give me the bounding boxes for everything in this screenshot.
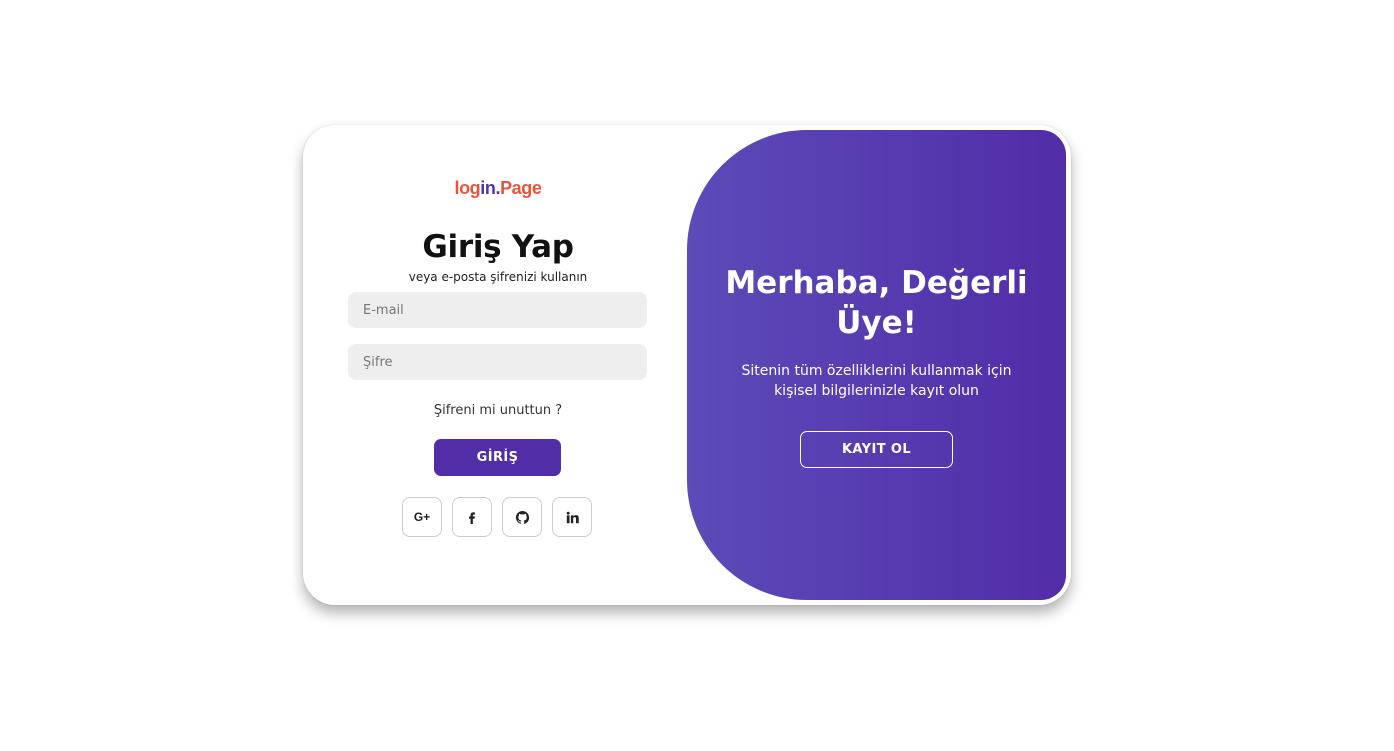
linkedin-button[interactable] <box>552 497 592 537</box>
facebook-icon <box>469 512 475 524</box>
linkedin-icon <box>566 511 579 523</box>
email-input[interactable] <box>348 292 647 328</box>
logo-part-1: log <box>454 178 481 198</box>
register-button[interactable]: KAYIT OL <box>800 431 953 468</box>
logo-part-2: in. <box>480 178 501 198</box>
login-card: login.Page Giriş Yap veya e-posta şifren… <box>303 125 1071 605</box>
github-icon <box>515 510 529 524</box>
login-form: login.Page Giriş Yap veya e-posta şifren… <box>303 125 693 605</box>
welcome-title: Merhaba, Değerli Üye! <box>725 265 1028 341</box>
password-input[interactable] <box>348 344 647 380</box>
welcome-panel: Merhaba, Değerli Üye! Sitenin tüm özelli… <box>687 130 1066 600</box>
logo-part-3: Page <box>500 178 542 198</box>
google-plus-button[interactable]: G+ <box>402 497 442 537</box>
login-button[interactable]: GİRİŞ <box>434 439 561 476</box>
facebook-button[interactable] <box>452 497 492 537</box>
github-button[interactable] <box>502 497 542 537</box>
welcome-text: Sitenin tüm özelliklerini kullanmak için… <box>741 363 1012 399</box>
logo: login.Page <box>303 178 693 199</box>
google-plus-icon: G+ <box>413 510 431 524</box>
login-title: Giriş Yap <box>422 229 574 265</box>
login-subtitle: veya e-posta şifrenizi kullanın <box>408 270 588 284</box>
forgot-password-link[interactable]: Şifreni mi unuttun ? <box>303 403 693 418</box>
